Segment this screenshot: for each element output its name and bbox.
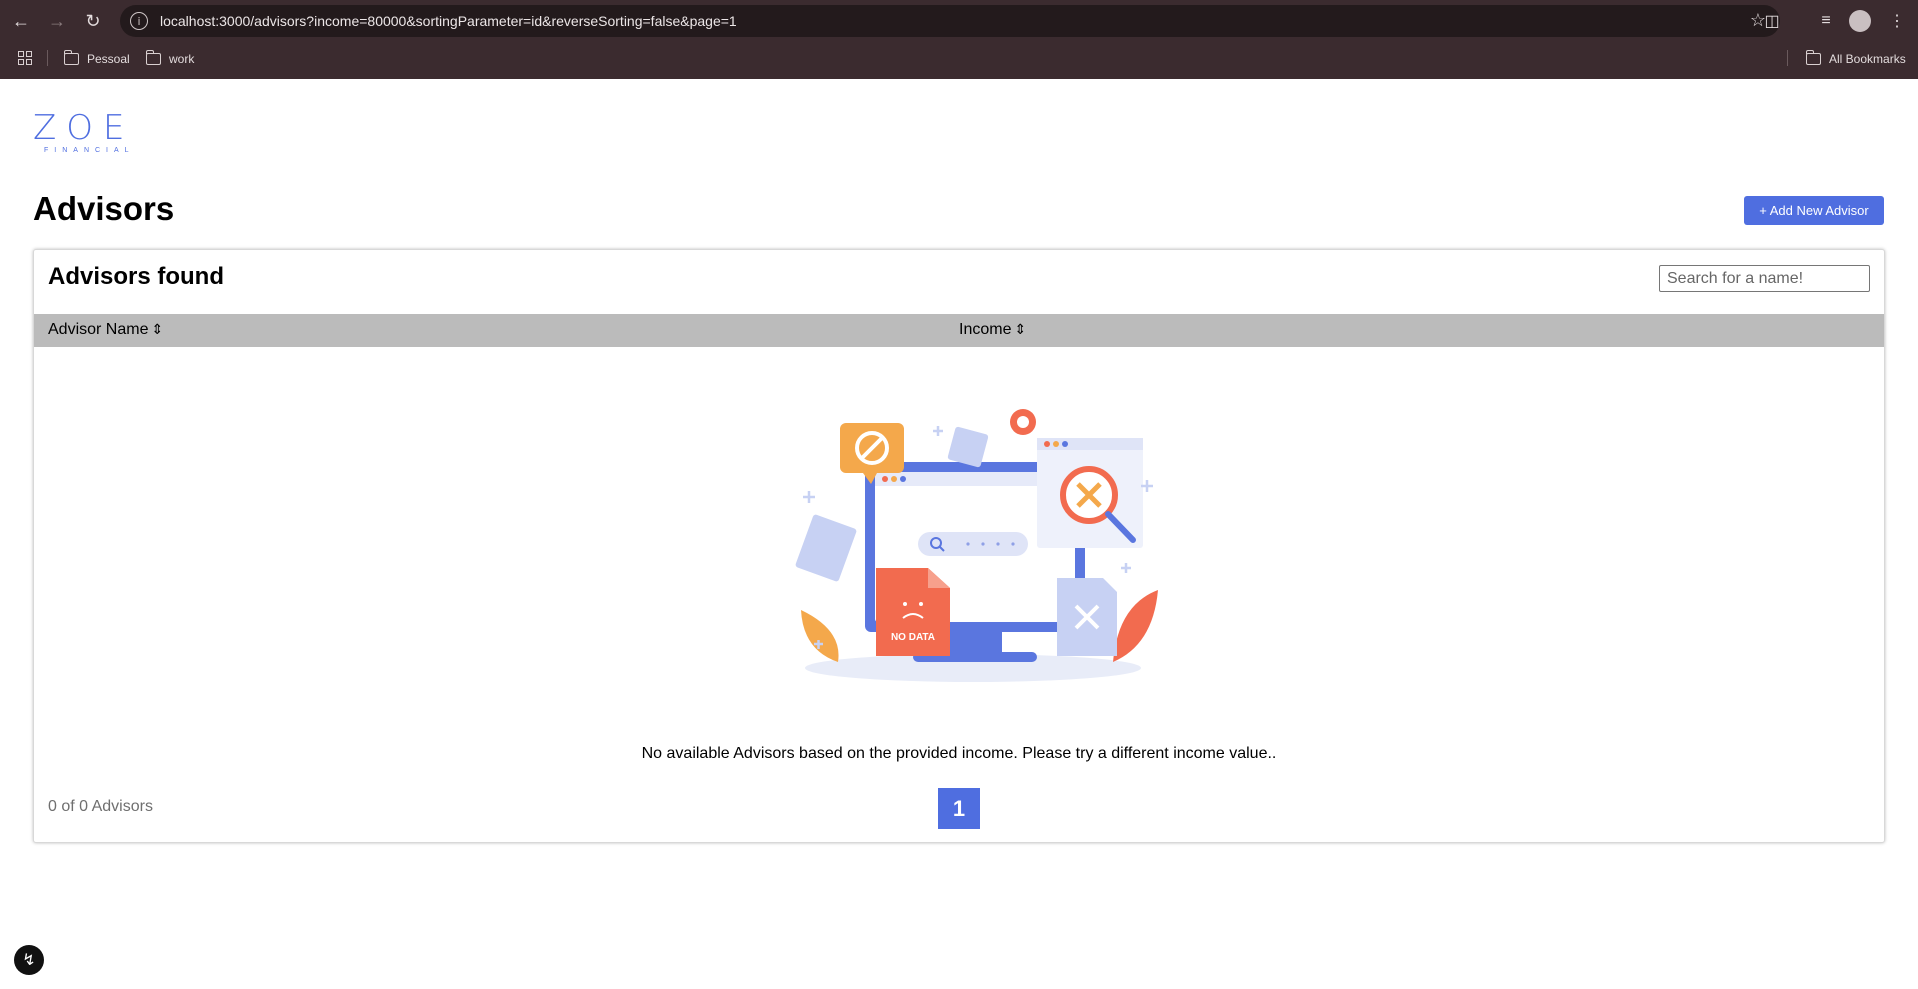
reload-icon[interactable]: ↻: [78, 6, 108, 36]
advisor-count: 0 of 0 Advisors: [48, 798, 153, 815]
column-label: Income: [959, 321, 1012, 338]
table-header: Advisor Name ⇕ Income ⇕: [34, 314, 1884, 347]
add-new-advisor-button[interactable]: + Add New Advisor: [1744, 196, 1884, 225]
bookmark-label: work: [169, 52, 195, 66]
empty-state-message: No available Advisors based on the provi…: [641, 745, 1277, 762]
all-bookmarks-label: All Bookmarks: [1829, 52, 1906, 66]
folder-icon: [63, 50, 79, 65]
column-income[interactable]: Income ⇕: [959, 321, 1026, 339]
bookmark-separator: [47, 50, 48, 66]
no-data-label: NO DATA: [891, 632, 935, 643]
card-title: Advisors found: [48, 263, 225, 290]
column-advisor-name[interactable]: Advisor Name ⇕: [48, 321, 163, 339]
logo-wordmark: ZOE: [33, 108, 135, 148]
forward-icon[interactable]: →: [42, 6, 72, 36]
folder-icon: [1805, 50, 1821, 65]
bookmark-separator: [1787, 50, 1788, 66]
page-title: Advisors: [33, 190, 175, 227]
profile-avatar[interactable]: [1849, 10, 1871, 32]
media-control-icon[interactable]: ≡: [1814, 9, 1838, 33]
pagination-page-1[interactable]: 1: [938, 788, 980, 829]
folder-icon: [145, 50, 161, 65]
apps-icon[interactable]: [18, 51, 32, 65]
all-bookmarks[interactable]: All Bookmarks: [1805, 50, 1906, 68]
logo-subtitle: FINANCIAL: [44, 147, 135, 154]
browser-toolbar: ← → ↻ i localhost:3000/advisors?income=8…: [0, 0, 1918, 42]
address-bar[interactable]: i localhost:3000/advisors?income=80000&s…: [120, 5, 1780, 37]
bookmark-work[interactable]: work: [145, 50, 195, 68]
search-input[interactable]: [1659, 265, 1870, 292]
no-data-illustration: NO DATA: [795, 409, 1158, 682]
zoe-logo[interactable]: ZOE FINANCIAL: [33, 111, 135, 154]
site-info-icon[interactable]: i: [130, 12, 148, 30]
column-label: Advisor Name: [48, 321, 149, 338]
sort-icon: ⇕: [1014, 322, 1027, 338]
advisors-card: Advisors found Advisor Name⇕ Income⇕: [33, 249, 1885, 843]
bookmark-pessoal[interactable]: Pessoal: [63, 50, 130, 68]
url-text: localhost:3000/advisors?income=80000&sor…: [160, 13, 737, 29]
lightning-bolt-icon[interactable]: ↯: [14, 945, 44, 975]
extensions-icon[interactable]: ◫: [1760, 9, 1784, 33]
browser-chrome: ← → ↻ i localhost:3000/advisors?income=8…: [0, 0, 1918, 79]
bookmark-label: Pessoal: [87, 52, 130, 66]
sort-icon: ⇕: [151, 322, 164, 338]
back-icon[interactable]: ←: [6, 6, 36, 36]
menu-kebab-icon[interactable]: ⋮: [1885, 9, 1909, 33]
